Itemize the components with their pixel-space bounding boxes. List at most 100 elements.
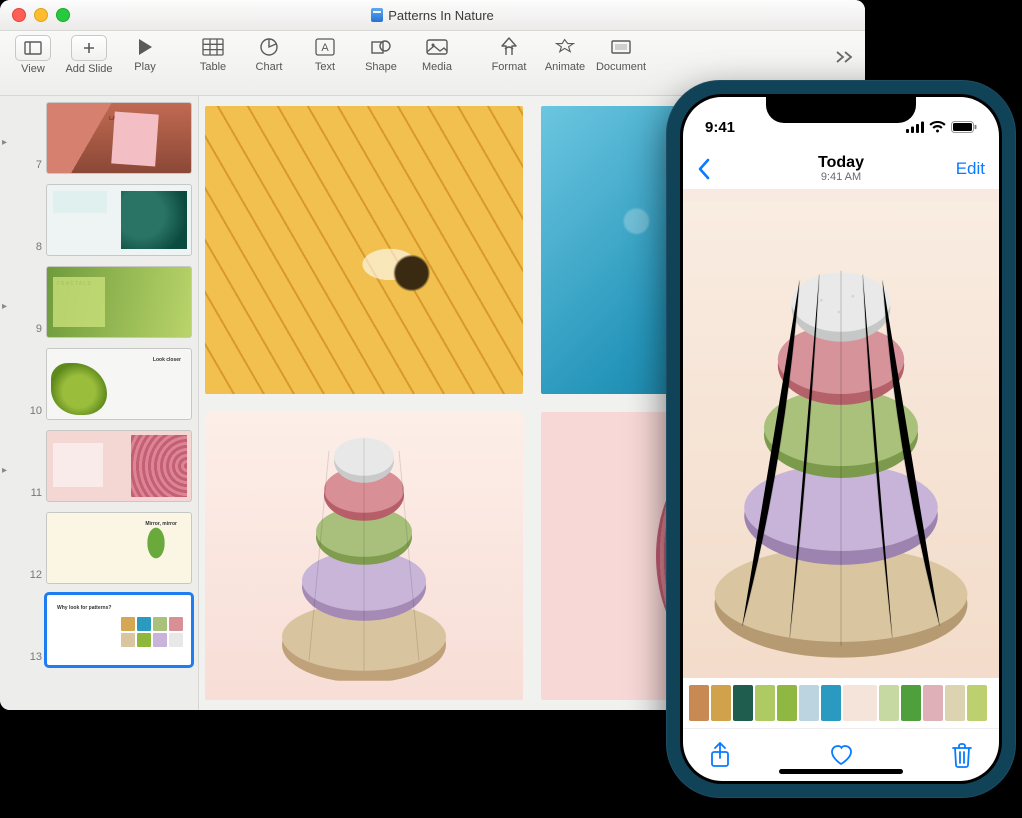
slide-thumbnail-title: FRACTALS — [57, 281, 92, 287]
slide-thumbnail[interactable]: ▸ 7 LAYERS — [0, 100, 198, 176]
photos-nav-bar: Today 9:41 AM Edit — [683, 149, 999, 189]
slide-navigator[interactable]: ▸ 7 LAYERS 8 Under the surface ▸ 9 FRACTALS 10 Lo… — [0, 96, 199, 710]
back-button[interactable] — [697, 158, 711, 180]
slide-thumbnail-image[interactable]: SYMMETRIES — [46, 430, 192, 502]
wifi-icon — [929, 121, 946, 133]
slide-thumbnail[interactable]: 10 Look closer — [0, 346, 198, 422]
filmstrip-thumbnail[interactable] — [711, 685, 731, 721]
slide-number: 10 — [20, 405, 42, 420]
svg-text:A: A — [321, 42, 329, 54]
slide-thumbnail-image[interactable]: Why look for patterns? — [46, 594, 192, 666]
toolbar-label: Document — [596, 61, 646, 73]
slide-thumbnail-title: SYMMETRIES — [57, 447, 100, 453]
status-time: 9:41 — [705, 119, 735, 136]
slide-number: 13 — [20, 651, 42, 666]
collage-image-honeycomb[interactable] — [205, 106, 523, 394]
nav-subtitle-text: 9:41 AM — [683, 171, 999, 183]
photo-viewer[interactable] — [683, 189, 999, 678]
slide-thumbnail[interactable]: 12Mirror, mirror — [0, 510, 198, 586]
slide-thumbnail-title: LAYERS — [109, 116, 129, 122]
disclosure-triangle-icon[interactable]: ▸ — [2, 137, 16, 174]
window-title-text: Patterns In Nature — [388, 8, 494, 23]
document-icon — [371, 8, 383, 22]
filmstrip-thumbnail[interactable] — [879, 685, 899, 721]
disclosure-triangle-icon[interactable]: ▸ — [2, 301, 16, 338]
slide-number: 11 — [20, 487, 42, 502]
window-controls — [0, 8, 70, 22]
format-icon — [492, 35, 526, 59]
titlebar: Patterns In Nature — [0, 0, 865, 31]
slide-number: 8 — [20, 241, 42, 256]
format-button[interactable]: Format — [484, 35, 534, 73]
slide-thumbnail-image[interactable]: Look closer — [46, 348, 192, 420]
disclosure-triangle-icon — [2, 640, 16, 666]
view-button[interactable]: View — [8, 35, 58, 75]
animate-button[interactable]: Animate — [540, 35, 590, 73]
filmstrip-thumbnail[interactable] — [901, 685, 921, 721]
minimize-window-button[interactable] — [34, 8, 48, 22]
favorite-button[interactable] — [828, 743, 854, 767]
text-icon: A — [308, 35, 342, 59]
slide-thumbnail[interactable]: 13 Why look for patterns? — [0, 592, 198, 668]
toolbar-overflow-button[interactable] — [833, 45, 857, 69]
nav-title-text: Today — [683, 155, 999, 171]
disclosure-triangle-icon[interactable]: ▸ — [2, 465, 16, 502]
collage-image-urchins[interactable] — [205, 412, 523, 700]
zoom-window-button[interactable] — [56, 8, 70, 22]
home-indicator[interactable] — [779, 769, 903, 774]
toolbar-label: Text — [315, 61, 335, 73]
toolbar-label: View — [21, 63, 45, 75]
toolbar-label: Table — [200, 61, 226, 73]
disclosure-triangle-icon — [2, 230, 16, 256]
filmstrip-thumbnail[interactable] — [967, 685, 987, 721]
filmstrip-thumbnail[interactable] — [799, 685, 819, 721]
view-icon — [15, 35, 51, 61]
animate-icon — [548, 35, 582, 59]
notch — [766, 97, 916, 123]
add-slide-button[interactable]: Add Slide — [64, 35, 114, 75]
slide-thumbnail-image[interactable]: Under the surface — [46, 184, 192, 256]
slide-thumbnail[interactable]: ▸ 11 SYMMETRIES — [0, 428, 198, 504]
filmstrip-thumbnail[interactable] — [755, 685, 775, 721]
table-button[interactable]: Table — [188, 35, 238, 73]
disclosure-triangle-icon — [2, 394, 16, 420]
filmstrip-thumbnail[interactable] — [689, 685, 709, 721]
edit-button[interactable]: Edit — [956, 159, 985, 179]
nav-title: Today 9:41 AM — [683, 155, 999, 183]
play-button[interactable]: Play — [120, 35, 170, 73]
toolbar-label: Animate — [545, 61, 585, 73]
iphone-screen: 9:41 — [683, 97, 999, 781]
slide-thumbnail-image[interactable]: LAYERS — [46, 102, 192, 174]
disclosure-triangle-icon — [2, 558, 16, 584]
filmstrip-thumbnail[interactable] — [843, 685, 877, 721]
slide-thumbnail-image[interactable]: Mirror, mirror — [46, 512, 192, 584]
shape-button[interactable]: Shape — [356, 35, 406, 73]
battery-icon — [951, 121, 977, 133]
slide-thumbnail[interactable]: ▸ 9 FRACTALS — [0, 264, 198, 340]
filmstrip-thumbnail[interactable] — [821, 685, 841, 721]
toolbar-label: Chart — [256, 61, 283, 73]
document-icon — [604, 35, 638, 59]
slide-thumbnail-title: Look closer — [153, 357, 181, 363]
filmstrip-thumbnail[interactable] — [923, 685, 943, 721]
slide-thumbnail[interactable]: 8 Under the surface — [0, 182, 198, 258]
slide-number: 9 — [20, 323, 42, 338]
filmstrip-thumbnail[interactable] — [945, 685, 965, 721]
slide-number: 7 — [20, 159, 42, 174]
filmstrip-thumbnail[interactable] — [777, 685, 797, 721]
toolbar-label: Media — [422, 61, 452, 73]
text-button[interactable]: A Text — [300, 35, 350, 73]
close-window-button[interactable] — [12, 8, 26, 22]
window-title: Patterns In Nature — [0, 8, 865, 23]
media-button[interactable]: Media — [412, 35, 462, 73]
slide-thumbnail-image[interactable]: FRACTALS — [46, 266, 192, 338]
trash-button[interactable] — [951, 742, 973, 768]
filmstrip-thumbnail[interactable] — [733, 685, 753, 721]
media-icon — [420, 35, 454, 59]
chart-button[interactable]: Chart — [244, 35, 294, 73]
document-button[interactable]: Document — [596, 35, 646, 73]
share-button[interactable] — [709, 741, 731, 769]
photo-filmstrip[interactable] — [683, 678, 999, 728]
slide-thumbnail-title: Why look for patterns? — [57, 605, 111, 611]
cellular-icon — [906, 121, 924, 133]
